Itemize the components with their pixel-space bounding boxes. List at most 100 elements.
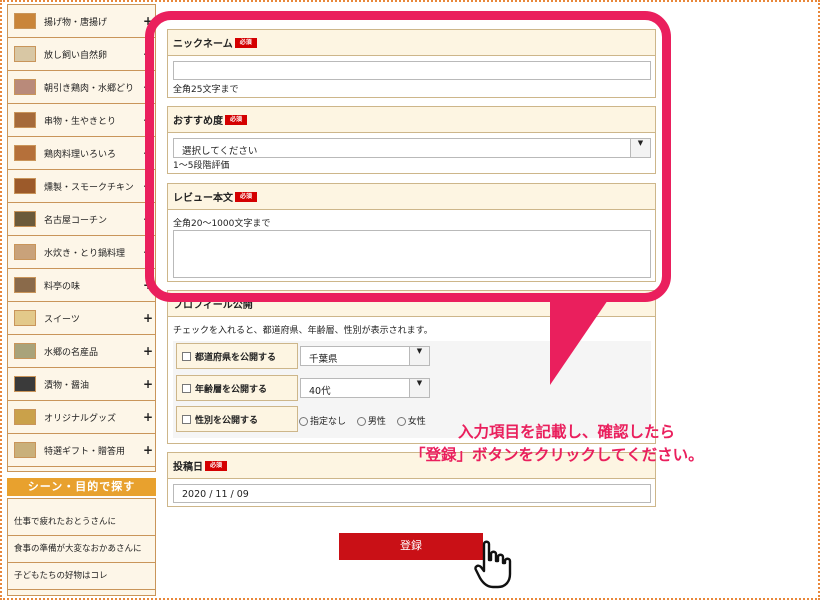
scene-item-kids-favorite[interactable]: 子どもたちの好物はコレ xyxy=(8,563,155,590)
category-item[interactable]: 鶏肉料理いろいろ + xyxy=(8,137,155,170)
raw-chicken-thumb xyxy=(14,79,36,95)
age-toggle[interactable]: 年齢層を公開する xyxy=(176,375,298,401)
category-label: 水郷の名産品 xyxy=(44,347,99,358)
submit-button[interactable]: 登録 xyxy=(339,533,483,560)
fried-chicken-thumb xyxy=(14,13,36,29)
rating-select[interactable]: 選択してください ▼ xyxy=(173,138,651,158)
expand-plus-icon[interactable]: + xyxy=(141,443,155,457)
gender-toggle-label: 性別を公開する xyxy=(195,415,259,426)
category-label: 漬物・醤油 xyxy=(44,380,90,391)
category-item[interactable]: 名古屋コーチン + xyxy=(8,203,155,236)
radio-icon[interactable] xyxy=(356,417,366,426)
review-header: レビュー本文 必須 xyxy=(168,184,655,210)
category-label: 特選ギフト・贈答用 xyxy=(44,446,126,457)
post-date-label: 投稿日 xyxy=(173,462,203,473)
gender-options: 指定なし 男性 女性 xyxy=(299,414,426,427)
gender-option-male[interactable]: 男性 xyxy=(368,417,386,427)
gender-option-female[interactable]: 女性 xyxy=(408,417,426,427)
rating-label: おすすめ度 xyxy=(173,116,223,127)
category-item[interactable]: 朝引き鶏肉・水郷どり + xyxy=(8,71,155,104)
age-toggle-label: 年齢層を公開する xyxy=(195,384,268,395)
category-item[interactable]: オリジナルグッズ + xyxy=(8,401,155,434)
expand-plus-icon[interactable]: + xyxy=(141,179,155,193)
category-item[interactable]: 水炊き・とり鍋料理 + xyxy=(8,236,155,269)
gender-option-unspecified[interactable]: 指定なし xyxy=(310,417,346,427)
chicken-dish-thumb xyxy=(14,145,36,161)
expand-plus-icon[interactable]: + xyxy=(141,47,155,61)
category-item[interactable]: 揚げ物・唐揚げ + xyxy=(8,5,155,38)
category-label: 燻製・スモークチキン xyxy=(44,182,134,193)
category-label: オリジナルグッズ xyxy=(44,413,117,424)
required-badge: 必須 xyxy=(205,460,228,471)
category-label: 串物・生やきとり xyxy=(44,116,117,127)
chevron-down-icon[interactable]: ▼ xyxy=(409,379,429,397)
category-item[interactable]: 燻製・スモークチキン + xyxy=(8,170,155,203)
review-note: 全角20～1000文字まで xyxy=(173,219,271,229)
sweets-thumb xyxy=(14,310,36,326)
checkbox-icon[interactable] xyxy=(182,414,191,424)
rating-header: おすすめ度 必須 xyxy=(168,107,655,133)
profile-label: プロフィール公開 xyxy=(173,300,253,311)
radio-icon[interactable] xyxy=(396,417,406,426)
expand-plus-icon[interactable]: + xyxy=(141,245,155,259)
category-item[interactable]: スイーツ + xyxy=(8,302,155,335)
age-select-value: 40代 xyxy=(309,386,331,397)
instruction-line-2: 「登録」ボタンをクリックしてください。 xyxy=(410,446,704,464)
category-label: 鶏肉料理いろいろ xyxy=(44,149,117,160)
category-item[interactable]: 漬物・醤油 + xyxy=(8,368,155,401)
age-select[interactable]: 40代 ▼ xyxy=(300,378,430,398)
category-item[interactable]: 放し飼い自然卵 + xyxy=(8,38,155,71)
prefecture-toggle-label: 都道府県を公開する xyxy=(195,352,277,363)
category-sidebar: 揚げ物・唐揚げ + 放し飼い自然卵 + 朝引き鶏肉・水郷どり + 串物・生やきとり + 鶏肉料理… xyxy=(7,4,156,472)
expand-plus-icon[interactable]: + xyxy=(141,344,155,358)
post-date-input[interactable]: 2020 / 11 / 09 xyxy=(173,484,651,503)
scene-heading: シーン・目的で探す xyxy=(7,478,156,496)
expand-plus-icon[interactable]: + xyxy=(141,212,155,226)
gift-thumb xyxy=(14,442,36,458)
expand-plus-icon[interactable]: + xyxy=(141,311,155,325)
review-textarea[interactable] xyxy=(173,230,651,278)
expand-plus-icon[interactable]: + xyxy=(141,410,155,424)
review-label: レビュー本文 xyxy=(173,193,233,204)
required-badge: 必須 xyxy=(225,114,248,125)
pointer-hand-icon xyxy=(474,540,512,589)
category-label: 料亭の味 xyxy=(44,281,81,292)
expand-plus-icon[interactable]: + xyxy=(141,80,155,94)
ryotei-thumb xyxy=(14,277,36,293)
checkbox-icon[interactable] xyxy=(182,351,191,361)
post-date-value: 2020 / 11 / 09 xyxy=(182,489,249,500)
category-item[interactable]: 特選ギフト・贈答用 + xyxy=(8,434,155,467)
nickname-label: ニックネーム xyxy=(173,39,233,50)
expand-plus-icon[interactable]: + xyxy=(141,377,155,391)
category-item[interactable]: 串物・生やきとり + xyxy=(8,104,155,137)
prefecture-select-value: 千葉県 xyxy=(309,354,338,365)
expand-plus-icon[interactable]: + xyxy=(141,113,155,127)
scene-item-tired-father[interactable]: 仕事で疲れたおとうさんに xyxy=(8,509,155,536)
expand-plus-icon[interactable]: + xyxy=(141,278,155,292)
gender-toggle[interactable]: 性別を公開する xyxy=(176,406,298,432)
scene-item-busy-mother[interactable]: 食事の準備が大変なおかあさんに xyxy=(8,536,155,563)
rating-note: 1～5段階評価 xyxy=(173,161,230,171)
nickname-header: ニックネーム 必須 xyxy=(168,30,655,56)
category-item[interactable]: 料亭の味 + xyxy=(8,269,155,302)
instruction-line-1: 入力項目を記載し、確認したら xyxy=(458,423,676,441)
rating-select-value: 選択してください xyxy=(182,146,258,157)
category-item[interactable]: 水郷の名産品 + xyxy=(8,335,155,368)
skewer-thumb xyxy=(14,112,36,128)
nickname-section: ニックネーム 必須 全角25文字まで xyxy=(167,29,656,98)
category-label: 揚げ物・唐揚げ xyxy=(44,17,108,28)
chevron-down-icon[interactable]: ▼ xyxy=(630,139,650,157)
expand-plus-icon[interactable]: + xyxy=(141,14,155,28)
expand-plus-icon[interactable]: + xyxy=(141,146,155,160)
checkbox-icon[interactable] xyxy=(182,383,191,393)
pickles-thumb xyxy=(14,376,36,392)
prefecture-toggle[interactable]: 都道府県を公開する xyxy=(176,343,298,369)
radio-icon[interactable] xyxy=(299,417,308,426)
category-label: 水炊き・とり鍋料理 xyxy=(44,248,126,259)
required-badge: 必須 xyxy=(235,191,258,202)
category-label: 放し飼い自然卵 xyxy=(44,50,108,61)
prefecture-select[interactable]: 千葉県 ▼ xyxy=(300,346,430,366)
category-label: スイーツ xyxy=(44,314,80,325)
chevron-down-icon[interactable]: ▼ xyxy=(409,347,429,365)
nickname-input[interactable] xyxy=(173,61,651,80)
